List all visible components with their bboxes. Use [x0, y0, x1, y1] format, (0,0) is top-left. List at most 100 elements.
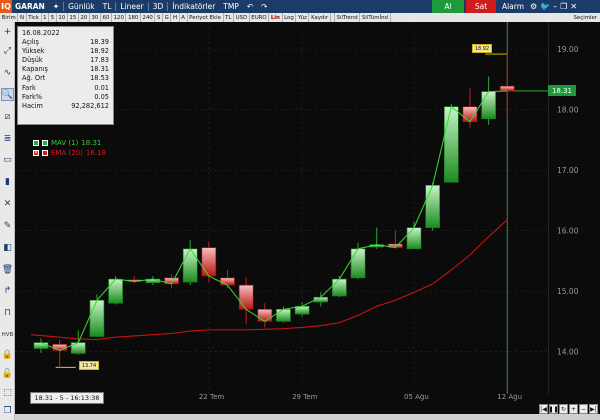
zoom-icon[interactable]: 🔍 — [1, 88, 14, 101]
subbar-cell[interactable]: 60 — [101, 13, 112, 22]
subbar-cell[interactable]: S — [155, 13, 164, 22]
3d-button[interactable]: 3D — [149, 0, 168, 13]
subbar-cell[interactable]: 20 — [79, 13, 90, 22]
info-value: 18.92 — [90, 47, 109, 56]
status-readout: 18.31 - 5 - 16:13:38 — [30, 392, 104, 404]
alarm-button[interactable]: Alarm — [498, 0, 528, 13]
close-icon[interactable]: ✕ — [570, 2, 577, 11]
subbar-cell[interactable]: 30 — [90, 13, 101, 22]
refresh-icon[interactable]: ↻ — [559, 404, 568, 414]
symbol-selector[interactable]: GARAN — [12, 0, 49, 13]
horizontal-scrollbar[interactable] — [15, 414, 600, 420]
plus-icon[interactable]: + — [1, 25, 14, 38]
subbar-cell[interactable]: Birim — [0, 13, 19, 22]
subbar-cell[interactable]: 180 — [126, 13, 141, 22]
twitter-icon[interactable]: 🐦 — [540, 2, 550, 11]
currency-selector[interactable]: TL — [99, 0, 116, 13]
subbar-cell[interactable]: Log — [283, 13, 297, 22]
fibonacci-icon[interactable]: ≣ — [1, 132, 14, 145]
trash-icon[interactable]: 🗑 — [1, 263, 14, 276]
buy-button[interactable]: Al — [432, 0, 464, 13]
subbar-cell[interactable]: Tick — [27, 13, 42, 22]
subbar-cell[interactable]: TL — [224, 13, 234, 22]
ruler-icon[interactable]: ▭ — [1, 153, 14, 166]
pause-icon[interactable]: ❚❚ — [548, 404, 559, 414]
subbar-cell[interactable]: 5 — [49, 13, 57, 22]
period-selector[interactable]: Günlük — [64, 0, 99, 13]
undo-icon[interactable]: ↶ — [243, 0, 257, 13]
ema-settings-icon[interactable] — [42, 150, 48, 156]
cross-icon[interactable]: ✕ — [1, 197, 14, 210]
settings-icon[interactable]: ⚙ — [530, 2, 537, 11]
redo-icon[interactable]: ↷ — [257, 0, 271, 13]
channel-icon[interactable]: ⧄ — [1, 110, 14, 123]
mav-label: MAV (1) — [51, 139, 79, 147]
info-date: 16.08.2022 — [22, 29, 60, 37]
price-axis[interactable]: 14.00 15.00 16.00 17.00 18.00 19.00 — [548, 22, 600, 394]
low-price-marker: 13.74 — [79, 361, 99, 370]
hvb-button[interactable]: HVB — [1, 328, 14, 341]
subbar-cell[interactable]: 10 — [57, 13, 68, 22]
scale-selector[interactable]: Lineer — [116, 0, 147, 13]
ema-label: EMA (20) — [51, 149, 83, 157]
subbar-cell[interactable]: A — [180, 13, 188, 22]
layers-icon[interactable]: ❐ — [1, 404, 14, 417]
sell-button[interactable]: Sat — [466, 0, 496, 13]
subbar-cell[interactable]: N — [18, 13, 27, 22]
subbar-cell[interactable]: EURO — [250, 13, 270, 22]
zoom-in-icon[interactable]: + — [569, 404, 578, 414]
subbar-cell[interactable]: SilTrend — [335, 13, 361, 22]
subbar-cell[interactable]: 1 — [42, 13, 50, 22]
subbar-cell[interactable]: USD — [234, 13, 250, 22]
tmp-button[interactable]: TMP — [219, 0, 243, 13]
mav-settings-icon[interactable] — [42, 140, 48, 146]
cycle-icon[interactable]: ▮ — [1, 175, 14, 188]
subbar-cell[interactable]: G — [163, 13, 172, 22]
scroll-start-icon[interactable]: |◀ — [539, 404, 548, 414]
indicators-menu[interactable]: İndikatörler — [168, 0, 219, 13]
subbar-cell[interactable]: 120 — [112, 13, 127, 22]
restore-icon[interactable]: ❐ — [560, 2, 567, 11]
y-tick-label: 19.00 — [557, 45, 579, 54]
arrow-icon[interactable]: ↱ — [1, 284, 14, 297]
select-icon[interactable]: ⬚ — [1, 386, 14, 399]
candle-body-up — [332, 278, 347, 297]
info-label: Fark% — [22, 92, 43, 101]
ema-close-icon[interactable]: ✕ — [33, 150, 39, 156]
candle-body-down — [257, 309, 273, 322]
info-value: 17.83 — [90, 56, 109, 65]
candle — [257, 303, 273, 328]
last-price-tag: 18.31 — [548, 85, 576, 96]
scroll-end-icon[interactable]: ▶| — [589, 404, 598, 414]
candle — [108, 276, 123, 305]
mav-legend[interactable]: MAV (1) 18.31 — [33, 139, 101, 147]
minimize-icon[interactable]: – — [553, 2, 557, 11]
pencil-icon[interactable]: ✎ — [1, 219, 14, 232]
candle — [126, 276, 142, 284]
subbar-cell[interactable]: SilTümİnd — [360, 13, 391, 22]
ema-legend[interactable]: ✕ EMA (20) 16.18 — [33, 149, 106, 157]
subbar-cell[interactable]: Periyot Ekle — [188, 13, 224, 22]
lock-icon[interactable]: 🔒 — [1, 348, 14, 361]
subbar-cell[interactable]: 15 — [68, 13, 79, 22]
subbar-cell[interactable]: Kaydır — [309, 13, 331, 22]
subbar-cell[interactable]: 240 — [141, 13, 156, 22]
eraser-icon[interactable]: ◧ — [1, 241, 14, 254]
x-tick-label: 22 Tem — [199, 394, 225, 401]
mav-visibility-icon[interactable] — [33, 140, 39, 146]
zoom-out-icon[interactable]: − — [579, 404, 588, 414]
subbar-cell[interactable]: H — [171, 13, 180, 22]
subbar-cell[interactable]: Yüz — [296, 13, 310, 22]
magnet-icon[interactable]: ⊓ — [1, 306, 14, 319]
info-label: Düşük — [22, 56, 43, 65]
app-logo: IQ — [0, 0, 12, 13]
subbar-cell[interactable]: Lin — [269, 13, 283, 22]
candle — [481, 76, 496, 125]
unlock-icon[interactable]: 🔓 — [1, 367, 14, 380]
trendline-icon[interactable]: ⤢ — [1, 44, 14, 57]
add-symbol-icon[interactable]: ✦ — [49, 0, 63, 13]
info-label: Kapanış — [22, 65, 48, 74]
wave-icon[interactable]: ∿ — [1, 66, 14, 79]
selections-menu[interactable]: Seçimler — [574, 13, 597, 22]
info-row: Kapanış 18.31 — [22, 65, 109, 74]
